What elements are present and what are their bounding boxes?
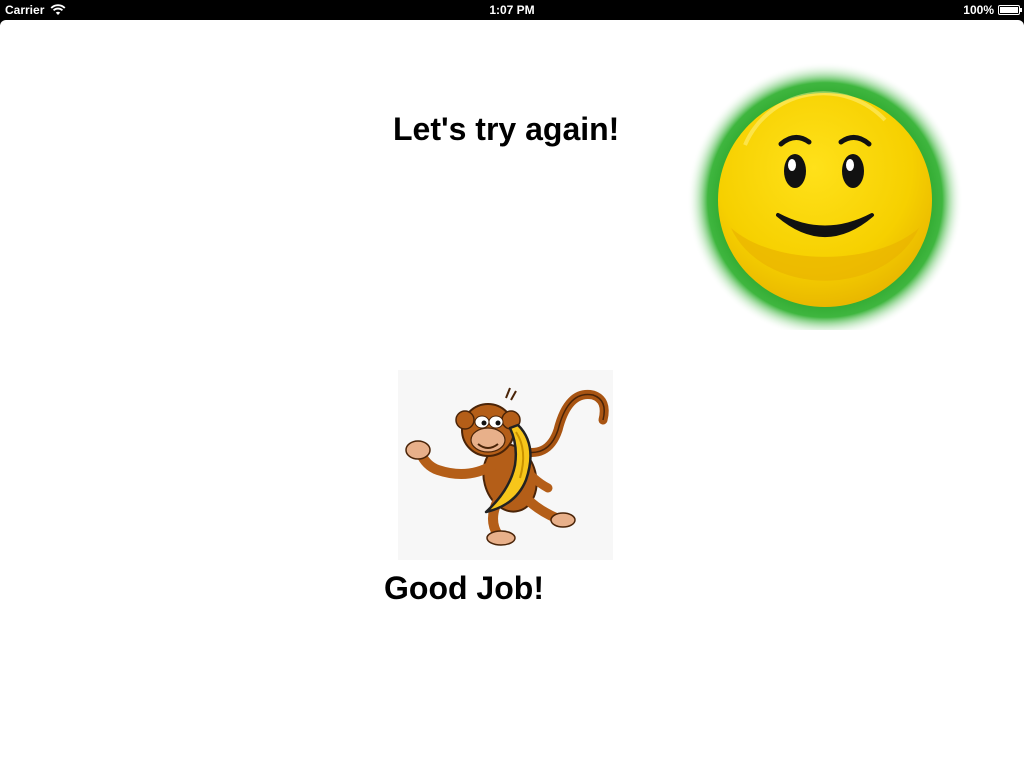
battery-percentage: 100%: [963, 3, 994, 17]
feedback-text: Let's try again!: [393, 111, 620, 147]
smiley-face-icon[interactable]: [685, 50, 965, 330]
app-screen: Let's try again! Good Job!: [0, 20, 1024, 768]
status-right: 100%: [963, 3, 1022, 17]
battery-fill: [1000, 7, 1018, 13]
monkey-with-banana-image: [398, 370, 613, 560]
praise-text: Good Job!: [384, 570, 544, 606]
status-bar: Carrier 1:07 PM 100%: [0, 0, 1024, 20]
battery-icon: [998, 5, 1022, 15]
status-time: 1:07 PM: [489, 3, 535, 17]
